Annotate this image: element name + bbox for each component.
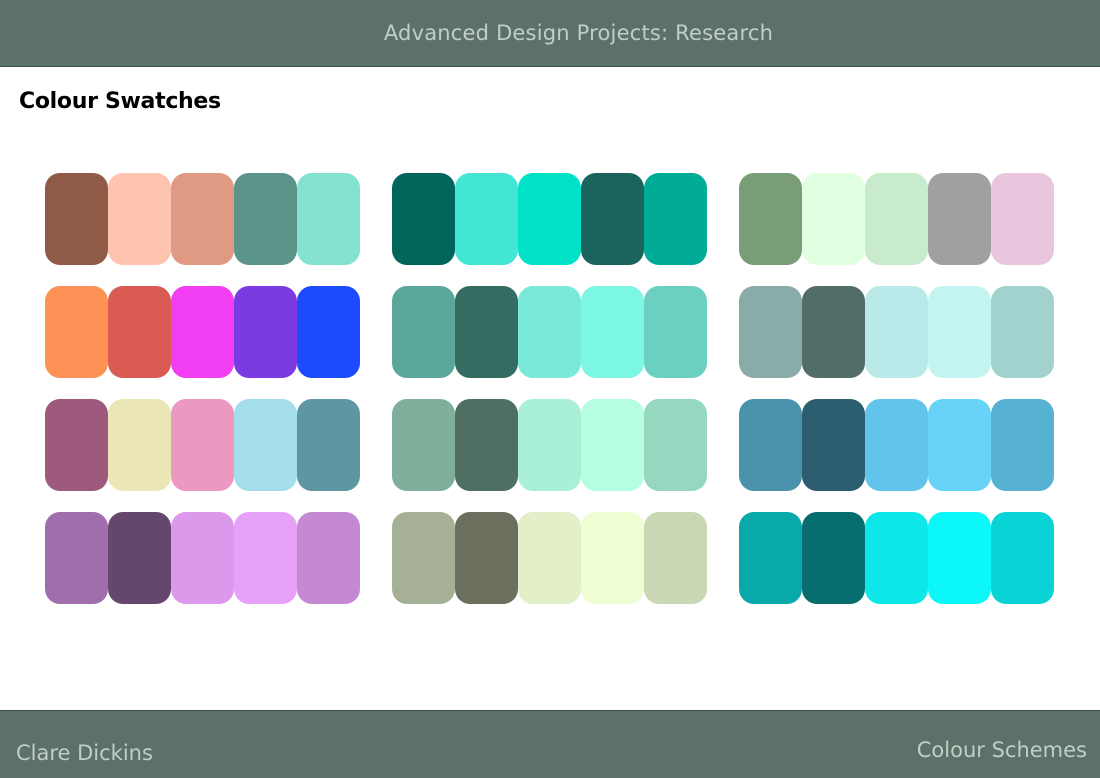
colour-swatch xyxy=(644,173,707,265)
header-title: Advanced Design Projects: Research xyxy=(383,21,774,45)
colour-swatch xyxy=(644,399,707,491)
header-bar: Advanced Design Projects: Research xyxy=(0,0,1100,67)
colour-swatch xyxy=(518,399,581,491)
colour-swatch xyxy=(45,512,108,604)
colour-swatch xyxy=(739,286,802,378)
colour-swatch xyxy=(45,286,108,378)
colour-swatch xyxy=(234,512,297,604)
colour-swatch xyxy=(455,399,518,491)
colour-swatch xyxy=(171,399,234,491)
page-title: Colour Swatches xyxy=(19,89,221,114)
colour-swatch xyxy=(581,512,644,604)
colour-swatch xyxy=(644,286,707,378)
colour-swatch xyxy=(297,399,360,491)
colour-swatch xyxy=(802,512,865,604)
colour-swatch xyxy=(802,173,865,265)
colour-swatch xyxy=(171,173,234,265)
colour-swatch xyxy=(518,512,581,604)
swatch-grid xyxy=(0,0,1100,778)
colour-swatch xyxy=(518,286,581,378)
colour-swatch xyxy=(581,399,644,491)
footer-author: Clare Dickins xyxy=(16,741,153,765)
colour-swatch xyxy=(865,286,928,378)
colour-swatch xyxy=(392,512,455,604)
colour-swatch xyxy=(455,512,518,604)
colour-swatch xyxy=(928,399,991,491)
colour-swatch xyxy=(108,173,171,265)
footer-section: Colour Schemes xyxy=(916,738,1087,762)
colour-swatch xyxy=(171,286,234,378)
colour-swatch xyxy=(297,512,360,604)
colour-swatch xyxy=(108,286,171,378)
colour-swatch xyxy=(297,173,360,265)
colour-swatch xyxy=(991,399,1054,491)
colour-swatch xyxy=(991,286,1054,378)
colour-swatch xyxy=(581,286,644,378)
colour-swatch xyxy=(392,399,455,491)
colour-swatch xyxy=(234,173,297,265)
colour-swatch xyxy=(865,512,928,604)
footer-bar: Clare Dickins Colour Schemes xyxy=(0,710,1100,778)
colour-swatch xyxy=(739,512,802,604)
colour-swatch xyxy=(739,399,802,491)
colour-swatch xyxy=(392,173,455,265)
colour-swatch xyxy=(234,399,297,491)
colour-swatch xyxy=(802,286,865,378)
colour-swatch xyxy=(928,173,991,265)
colour-swatch xyxy=(518,173,581,265)
colour-swatch xyxy=(108,399,171,491)
colour-swatch xyxy=(455,286,518,378)
colour-swatch xyxy=(171,512,234,604)
colour-swatch xyxy=(991,173,1054,265)
colour-swatch xyxy=(234,286,297,378)
colour-swatch xyxy=(45,173,108,265)
colour-swatch xyxy=(581,173,644,265)
colour-swatch xyxy=(865,173,928,265)
colour-swatch xyxy=(802,399,865,491)
colour-swatch xyxy=(991,512,1054,604)
colour-swatch xyxy=(108,512,171,604)
colour-swatch xyxy=(455,173,518,265)
colour-swatch xyxy=(644,512,707,604)
colour-swatch xyxy=(928,286,991,378)
colour-swatch xyxy=(739,173,802,265)
colour-swatch xyxy=(392,286,455,378)
colour-swatch xyxy=(928,512,991,604)
colour-swatch xyxy=(865,399,928,491)
colour-swatch xyxy=(297,286,360,378)
colour-swatch xyxy=(45,399,108,491)
